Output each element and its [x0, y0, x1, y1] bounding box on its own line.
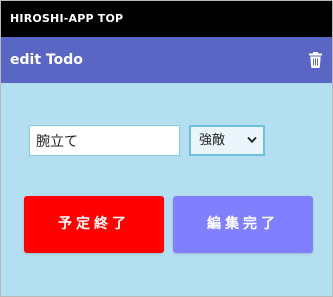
category-selected-value: 強敵 [199, 133, 226, 148]
category-select[interactable]: 強敵 [189, 125, 265, 156]
trash-icon[interactable] [309, 52, 322, 68]
page-header: edit Todo [1, 37, 332, 83]
app-window: HIROSHI-APP TOP edit Todo 強敵 予定終了 編集完了 [0, 0, 333, 297]
edit-complete-label: 編集完了 [207, 216, 279, 232]
chevron-down-icon [247, 136, 257, 144]
finish-schedule-label: 予定終了 [58, 216, 130, 232]
edit-complete-button[interactable]: 編集完了 [173, 196, 313, 253]
app-title-bar: HIROSHI-APP TOP [1, 1, 332, 37]
page-title: edit Todo [10, 52, 83, 68]
finish-schedule-button[interactable]: 予定終了 [24, 196, 164, 253]
app-title: HIROSHI-APP TOP [10, 12, 124, 25]
task-name-input[interactable] [29, 125, 180, 156]
